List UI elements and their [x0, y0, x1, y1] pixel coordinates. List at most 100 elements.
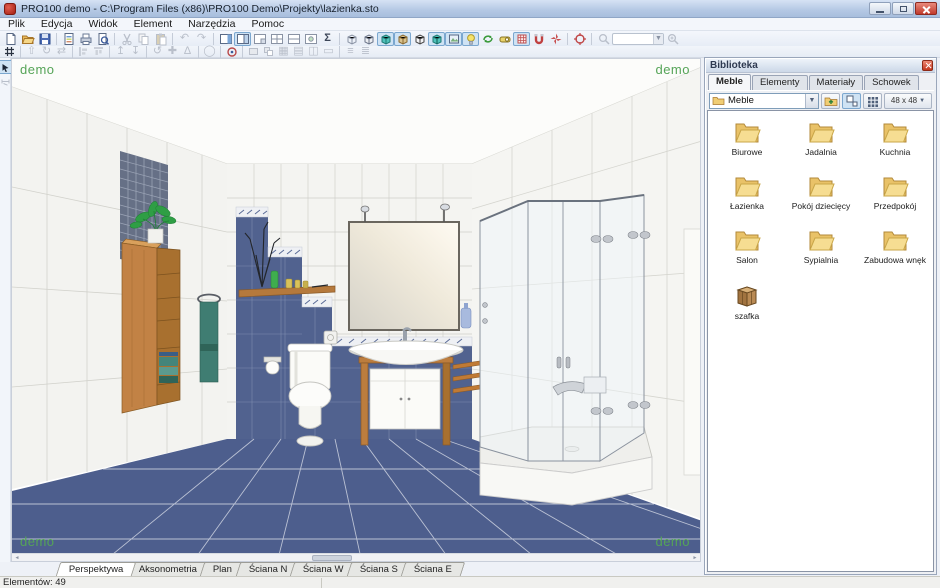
- icon-size-select[interactable]: 48 x 48 ▼: [884, 93, 932, 109]
- menu-element[interactable]: Element: [126, 18, 181, 31]
- rotate-button[interactable]: ↻: [39, 46, 54, 57]
- library-path-select[interactable]: Meble ▼: [709, 93, 819, 109]
- new-file-button[interactable]: [2, 32, 19, 46]
- library-folder[interactable]: Pokój dziecięcy: [784, 173, 858, 211]
- group-button-1[interactable]: [246, 46, 261, 57]
- menu-widok[interactable]: Widok: [80, 18, 125, 31]
- scroll-right-icon[interactable]: ►: [691, 555, 699, 561]
- circle-button[interactable]: ◯: [202, 46, 217, 57]
- menu-edycja[interactable]: Edycja: [33, 18, 81, 31]
- redo-button[interactable]: ↷: [193, 32, 210, 46]
- view-mode-contour-button[interactable]: [411, 32, 428, 46]
- align-top-button[interactable]: [91, 46, 106, 57]
- chevron-down-icon[interactable]: ▼: [805, 94, 818, 108]
- tab-sciana-e[interactable]: Ściana E: [400, 562, 465, 576]
- grid-button[interactable]: [513, 32, 530, 46]
- library-folder[interactable]: Sypialnia: [784, 227, 858, 265]
- group-button-3[interactable]: ▦: [276, 46, 291, 57]
- menu-narzedzia[interactable]: Narzędzia: [180, 18, 243, 31]
- magnet-button[interactable]: [530, 32, 547, 46]
- raise-button[interactable]: ⇧: [24, 46, 39, 57]
- cut-button[interactable]: [118, 32, 135, 46]
- library-folder[interactable]: Przedpokój: [858, 173, 932, 211]
- chevron-down-icon[interactable]: ▼: [653, 34, 663, 44]
- close-button[interactable]: [915, 2, 937, 15]
- extra-button-2[interactable]: ≣: [358, 46, 373, 57]
- tab-materialy[interactable]: Materiały: [809, 75, 864, 90]
- view-mode-hidden-button[interactable]: [360, 32, 377, 46]
- print-button[interactable]: [77, 32, 94, 46]
- window-layout-button-1[interactable]: [234, 32, 251, 46]
- align-left-button[interactable]: [76, 46, 91, 57]
- zoom-out-button[interactable]: [595, 32, 612, 46]
- angle-button[interactable]: ∆: [180, 46, 195, 57]
- library-folder[interactable]: Łazienka: [710, 173, 784, 211]
- library-close-button[interactable]: [922, 60, 933, 71]
- zoom-in-button[interactable]: [664, 32, 681, 46]
- large-icons-view-button[interactable]: [842, 93, 861, 109]
- copy-button[interactable]: [135, 32, 152, 46]
- curve-button[interactable]: ↺: [150, 46, 165, 57]
- library-title-bar[interactable]: Biblioteka: [706, 59, 935, 73]
- maximize-button[interactable]: [892, 2, 914, 15]
- horizontal-scrollbar[interactable]: ◄ ►: [12, 553, 700, 561]
- window-layout-button-3[interactable]: [268, 32, 285, 46]
- folder-icon: [880, 227, 910, 253]
- flip-button[interactable]: ⇄: [54, 46, 69, 57]
- window-layout-button-5[interactable]: [302, 32, 319, 46]
- extra-button-1[interactable]: ≡: [343, 46, 358, 57]
- light-button[interactable]: [462, 32, 479, 46]
- paste-button[interactable]: [152, 32, 169, 46]
- snap-button[interactable]: [547, 32, 564, 46]
- window-layout-button-4[interactable]: [285, 32, 302, 46]
- view-mode-shade-button[interactable]: [428, 32, 445, 46]
- rotate-view-button[interactable]: [479, 32, 496, 46]
- group-button-2[interactable]: [261, 46, 276, 57]
- scrollbar-thumb[interactable]: [312, 555, 352, 561]
- tab-schowek[interactable]: Schowek: [864, 75, 919, 90]
- step-down-button[interactable]: ↧: [128, 46, 143, 57]
- library-item-szafka[interactable]: szafka: [710, 283, 784, 321]
- group-button-5[interactable]: ◫: [306, 46, 321, 57]
- scroll-left-icon[interactable]: ◄: [13, 555, 21, 561]
- minimize-button[interactable]: [869, 2, 891, 15]
- library-folder[interactable]: Salon: [710, 227, 784, 265]
- crosshair-button[interactable]: [224, 46, 239, 57]
- print-preview-button[interactable]: [94, 32, 111, 46]
- view-mode-photo-button[interactable]: [445, 32, 462, 46]
- group-button-4[interactable]: ▤: [291, 46, 306, 57]
- step-up-button[interactable]: ↥: [113, 46, 128, 57]
- save-file-button[interactable]: [36, 32, 53, 46]
- tab-meble[interactable]: Meble: [708, 74, 751, 90]
- move-grid-button[interactable]: [2, 46, 17, 57]
- title-bar[interactable]: PRO100 demo - C:\Program Files (x86)\PRO…: [0, 0, 940, 18]
- center-view-button[interactable]: [571, 32, 588, 46]
- folder-up-button[interactable]: [821, 93, 840, 109]
- view-mode-wireframe-button[interactable]: [343, 32, 360, 46]
- library-folder[interactable]: Biurowe: [710, 119, 784, 157]
- list-view-button[interactable]: [863, 93, 882, 109]
- view-mode-texture-button[interactable]: [394, 32, 411, 46]
- tab-aksonometria[interactable]: Aksonometria: [126, 562, 211, 576]
- group-button-6[interactable]: ▭: [321, 46, 336, 57]
- add-button[interactable]: ✚: [165, 46, 180, 57]
- open-file-button[interactable]: [19, 32, 36, 46]
- library-folder[interactable]: Zabudowa wnęk: [858, 227, 932, 265]
- menu-pomoc[interactable]: Pomoc: [243, 18, 292, 31]
- library-folder[interactable]: Kuchnia: [858, 119, 932, 157]
- view-mode-color-button[interactable]: [377, 32, 394, 46]
- undo-button[interactable]: ↶: [176, 32, 193, 46]
- dimension-tool-button[interactable]: [0, 75, 11, 87]
- tab-elementy[interactable]: Elementy: [752, 75, 808, 90]
- window-layout-button-2[interactable]: [251, 32, 268, 46]
- report-button[interactable]: [60, 32, 77, 46]
- measure-button[interactable]: [496, 32, 513, 46]
- tab-perspektywa[interactable]: Perspektywa: [56, 562, 137, 576]
- sum-button[interactable]: Σ: [319, 32, 336, 46]
- design-viewport[interactable]: demo demo demo demo: [11, 58, 701, 562]
- select-tool-button[interactable]: [0, 61, 11, 73]
- library-panel-button[interactable]: [217, 32, 234, 46]
- menu-plik[interactable]: Plik: [0, 18, 33, 31]
- library-folder[interactable]: Jadalnia: [784, 119, 858, 157]
- zoom-level-select[interactable]: ▼: [612, 33, 664, 45]
